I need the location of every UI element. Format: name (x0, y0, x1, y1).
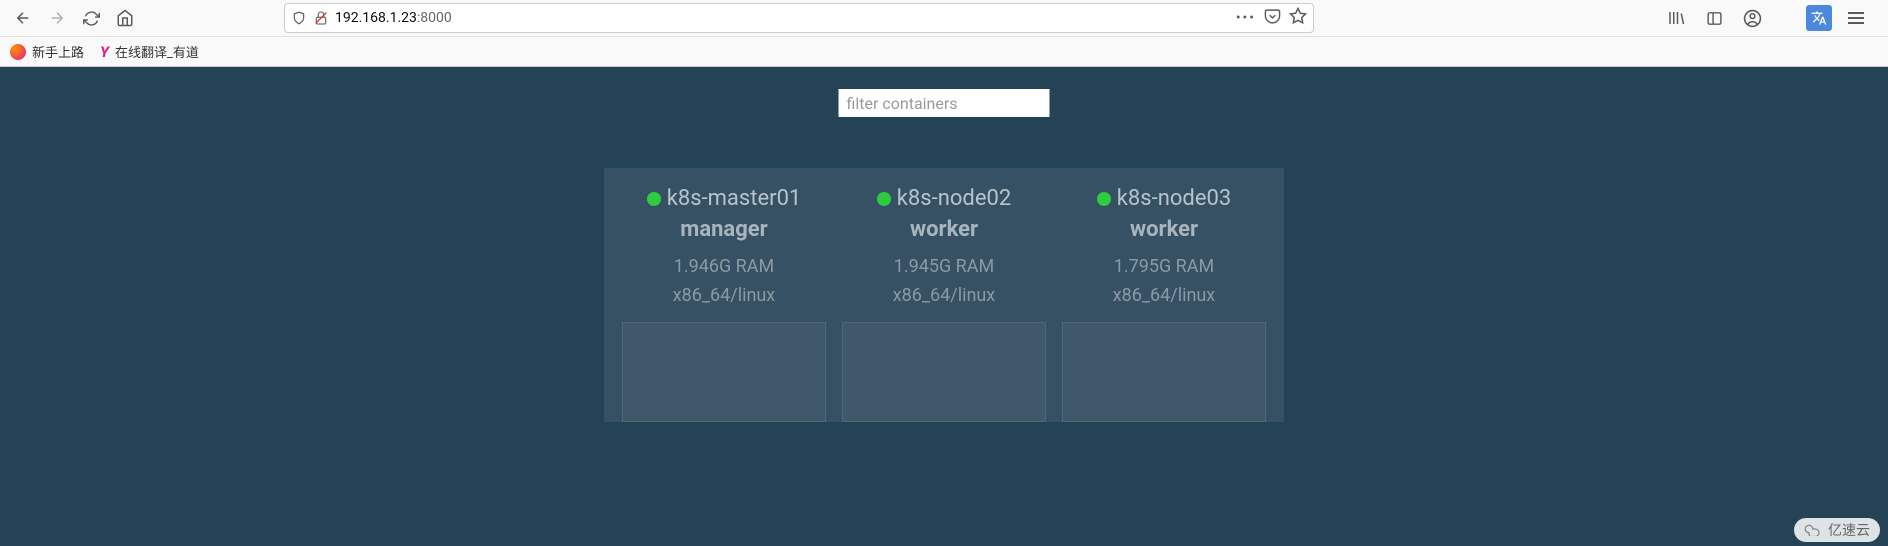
node-arch: x86_64/linux (1113, 285, 1216, 306)
node-role: worker (1130, 217, 1198, 242)
shield-icon (291, 10, 307, 26)
node-containers-box (842, 322, 1046, 422)
node-ram: 1.795G RAM (1114, 256, 1215, 277)
filter-input[interactable] (839, 89, 1050, 117)
node-ram: 1.946G RAM (674, 256, 775, 277)
node-card-master01[interactable]: k8s-master01 manager 1.946G RAM x86_64/l… (622, 186, 826, 422)
pocket-icon[interactable] (1264, 8, 1281, 29)
watermark-logo-icon (1804, 521, 1824, 540)
firefox-icon (10, 44, 26, 60)
watermark: 亿速云 (1794, 518, 1880, 542)
bookmarks-bar: 新手上路 Y 在线翻译_有道 (0, 37, 1888, 67)
node-name: k8s-node03 (1117, 186, 1231, 211)
node-name: k8s-node02 (897, 186, 1011, 211)
library-icon[interactable] (1662, 4, 1690, 32)
node-name: k8s-master01 (667, 186, 802, 211)
home-button[interactable] (110, 3, 140, 33)
node-containers-box (622, 322, 826, 422)
node-arch: x86_64/linux (673, 285, 776, 306)
insecure-icon (313, 10, 329, 26)
menu-icon[interactable] (1842, 4, 1870, 32)
node-arch: x86_64/linux (893, 285, 996, 306)
url-bar[interactable]: 192.168.1.23:8000 ••• (284, 3, 1314, 33)
bookmark-youdao[interactable]: Y 在线翻译_有道 (100, 42, 199, 61)
page-content: k8s-master01 manager 1.946G RAM x86_64/l… (0, 67, 1888, 546)
nodes-panel: k8s-master01 manager 1.946G RAM x86_64/l… (604, 168, 1284, 422)
account-icon[interactable] (1738, 4, 1766, 32)
bookmark-getting-started[interactable]: 新手上路 (10, 42, 84, 61)
forward-button[interactable] (42, 3, 72, 33)
node-card-node02[interactable]: k8s-node02 worker 1.945G RAM x86_64/linu… (842, 186, 1046, 422)
translate-extension-icon[interactable] (1806, 5, 1832, 31)
node-containers-box (1062, 322, 1266, 422)
status-dot-icon (1097, 192, 1111, 206)
browser-toolbar: 192.168.1.23:8000 ••• (0, 0, 1888, 37)
page-actions-icon[interactable]: ••• (1236, 10, 1256, 26)
youdao-icon: Y (100, 43, 109, 61)
url-text: 192.168.1.23:8000 (335, 10, 1230, 26)
back-button[interactable] (8, 3, 38, 33)
reload-button[interactable] (76, 3, 106, 33)
node-ram: 1.945G RAM (894, 256, 995, 277)
status-dot-icon (877, 192, 891, 206)
node-role: worker (910, 217, 978, 242)
node-card-node03[interactable]: k8s-node03 worker 1.795G RAM x86_64/linu… (1062, 186, 1266, 422)
node-role: manager (680, 217, 767, 242)
sidebar-icon[interactable] (1700, 4, 1728, 32)
status-dot-icon (647, 192, 661, 206)
bookmark-star-icon[interactable] (1289, 7, 1307, 29)
